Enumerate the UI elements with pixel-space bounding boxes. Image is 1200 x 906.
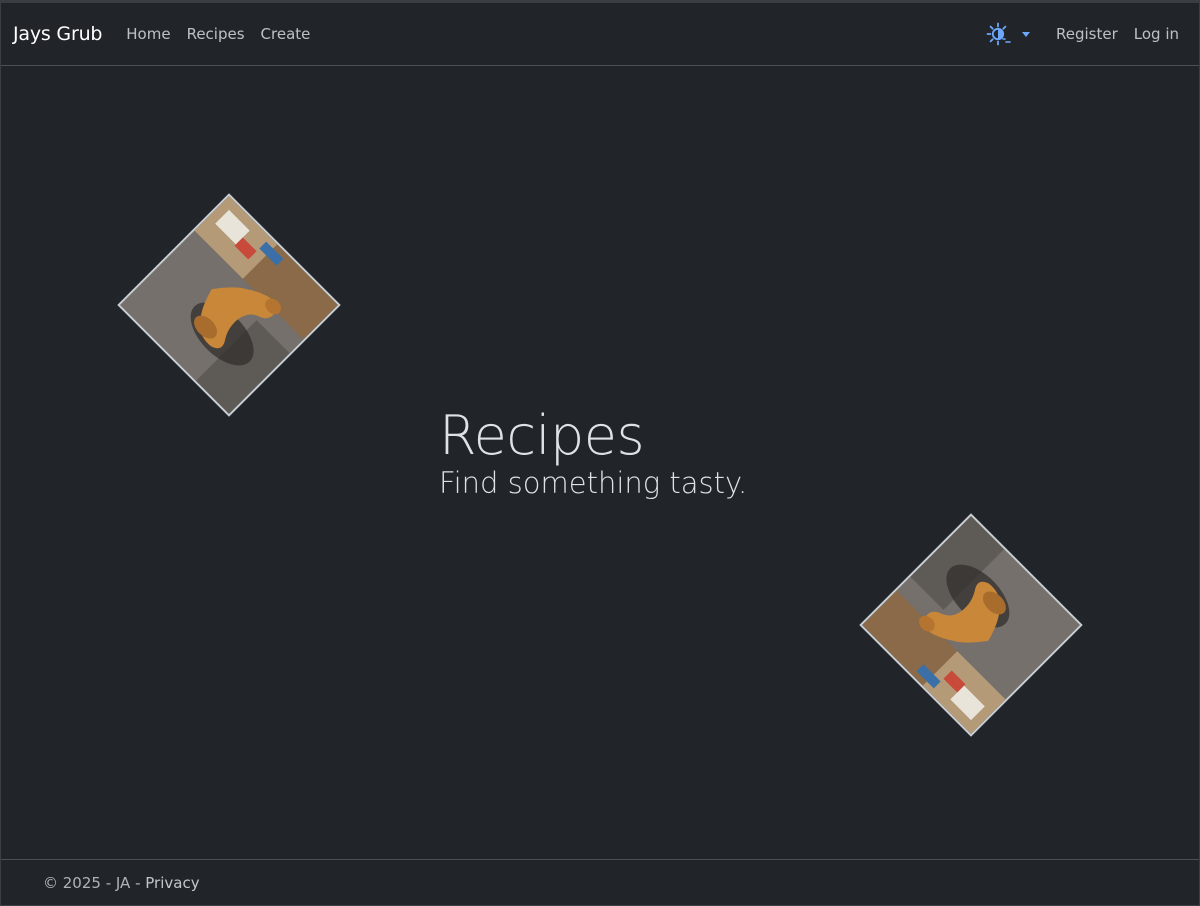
- footer-text: © 2025 - JA - Privacy: [43, 874, 200, 892]
- login-link[interactable]: Log in: [1126, 25, 1187, 43]
- copyright-text: © 2025 - JA -: [43, 874, 146, 892]
- register-link[interactable]: Register: [1048, 25, 1126, 43]
- nav-right: Register Log in: [978, 22, 1187, 46]
- top-navbar: Jays Grub Home Recipes Create Register L…: [1, 3, 1199, 66]
- nav-link-recipes[interactable]: Recipes: [179, 25, 253, 43]
- nav-link-create[interactable]: Create: [253, 25, 319, 43]
- footer: © 2025 - JA - Privacy: [1, 859, 1199, 906]
- dinosaur-toy-photo-left: [117, 193, 341, 417]
- page-subtitle: Find something tasty.: [439, 466, 748, 500]
- brand-link[interactable]: Jays Grub: [13, 23, 102, 45]
- nav-link-home[interactable]: Home: [118, 25, 178, 43]
- nav-links: Home Recipes Create: [118, 25, 318, 43]
- privacy-link[interactable]: Privacy: [145, 874, 199, 892]
- page: Jays Grub Home Recipes Create Register L…: [0, 0, 1200, 906]
- chevron-down-icon: [1022, 31, 1030, 37]
- hero: Recipes Find something tasty.: [439, 401, 747, 503]
- sun-moon-icon: [986, 22, 1012, 46]
- dinosaur-toy-photo-right: [859, 513, 1083, 737]
- theme-toggle-dropdown[interactable]: [978, 22, 1038, 46]
- page-title: Recipes: [439, 404, 645, 467]
